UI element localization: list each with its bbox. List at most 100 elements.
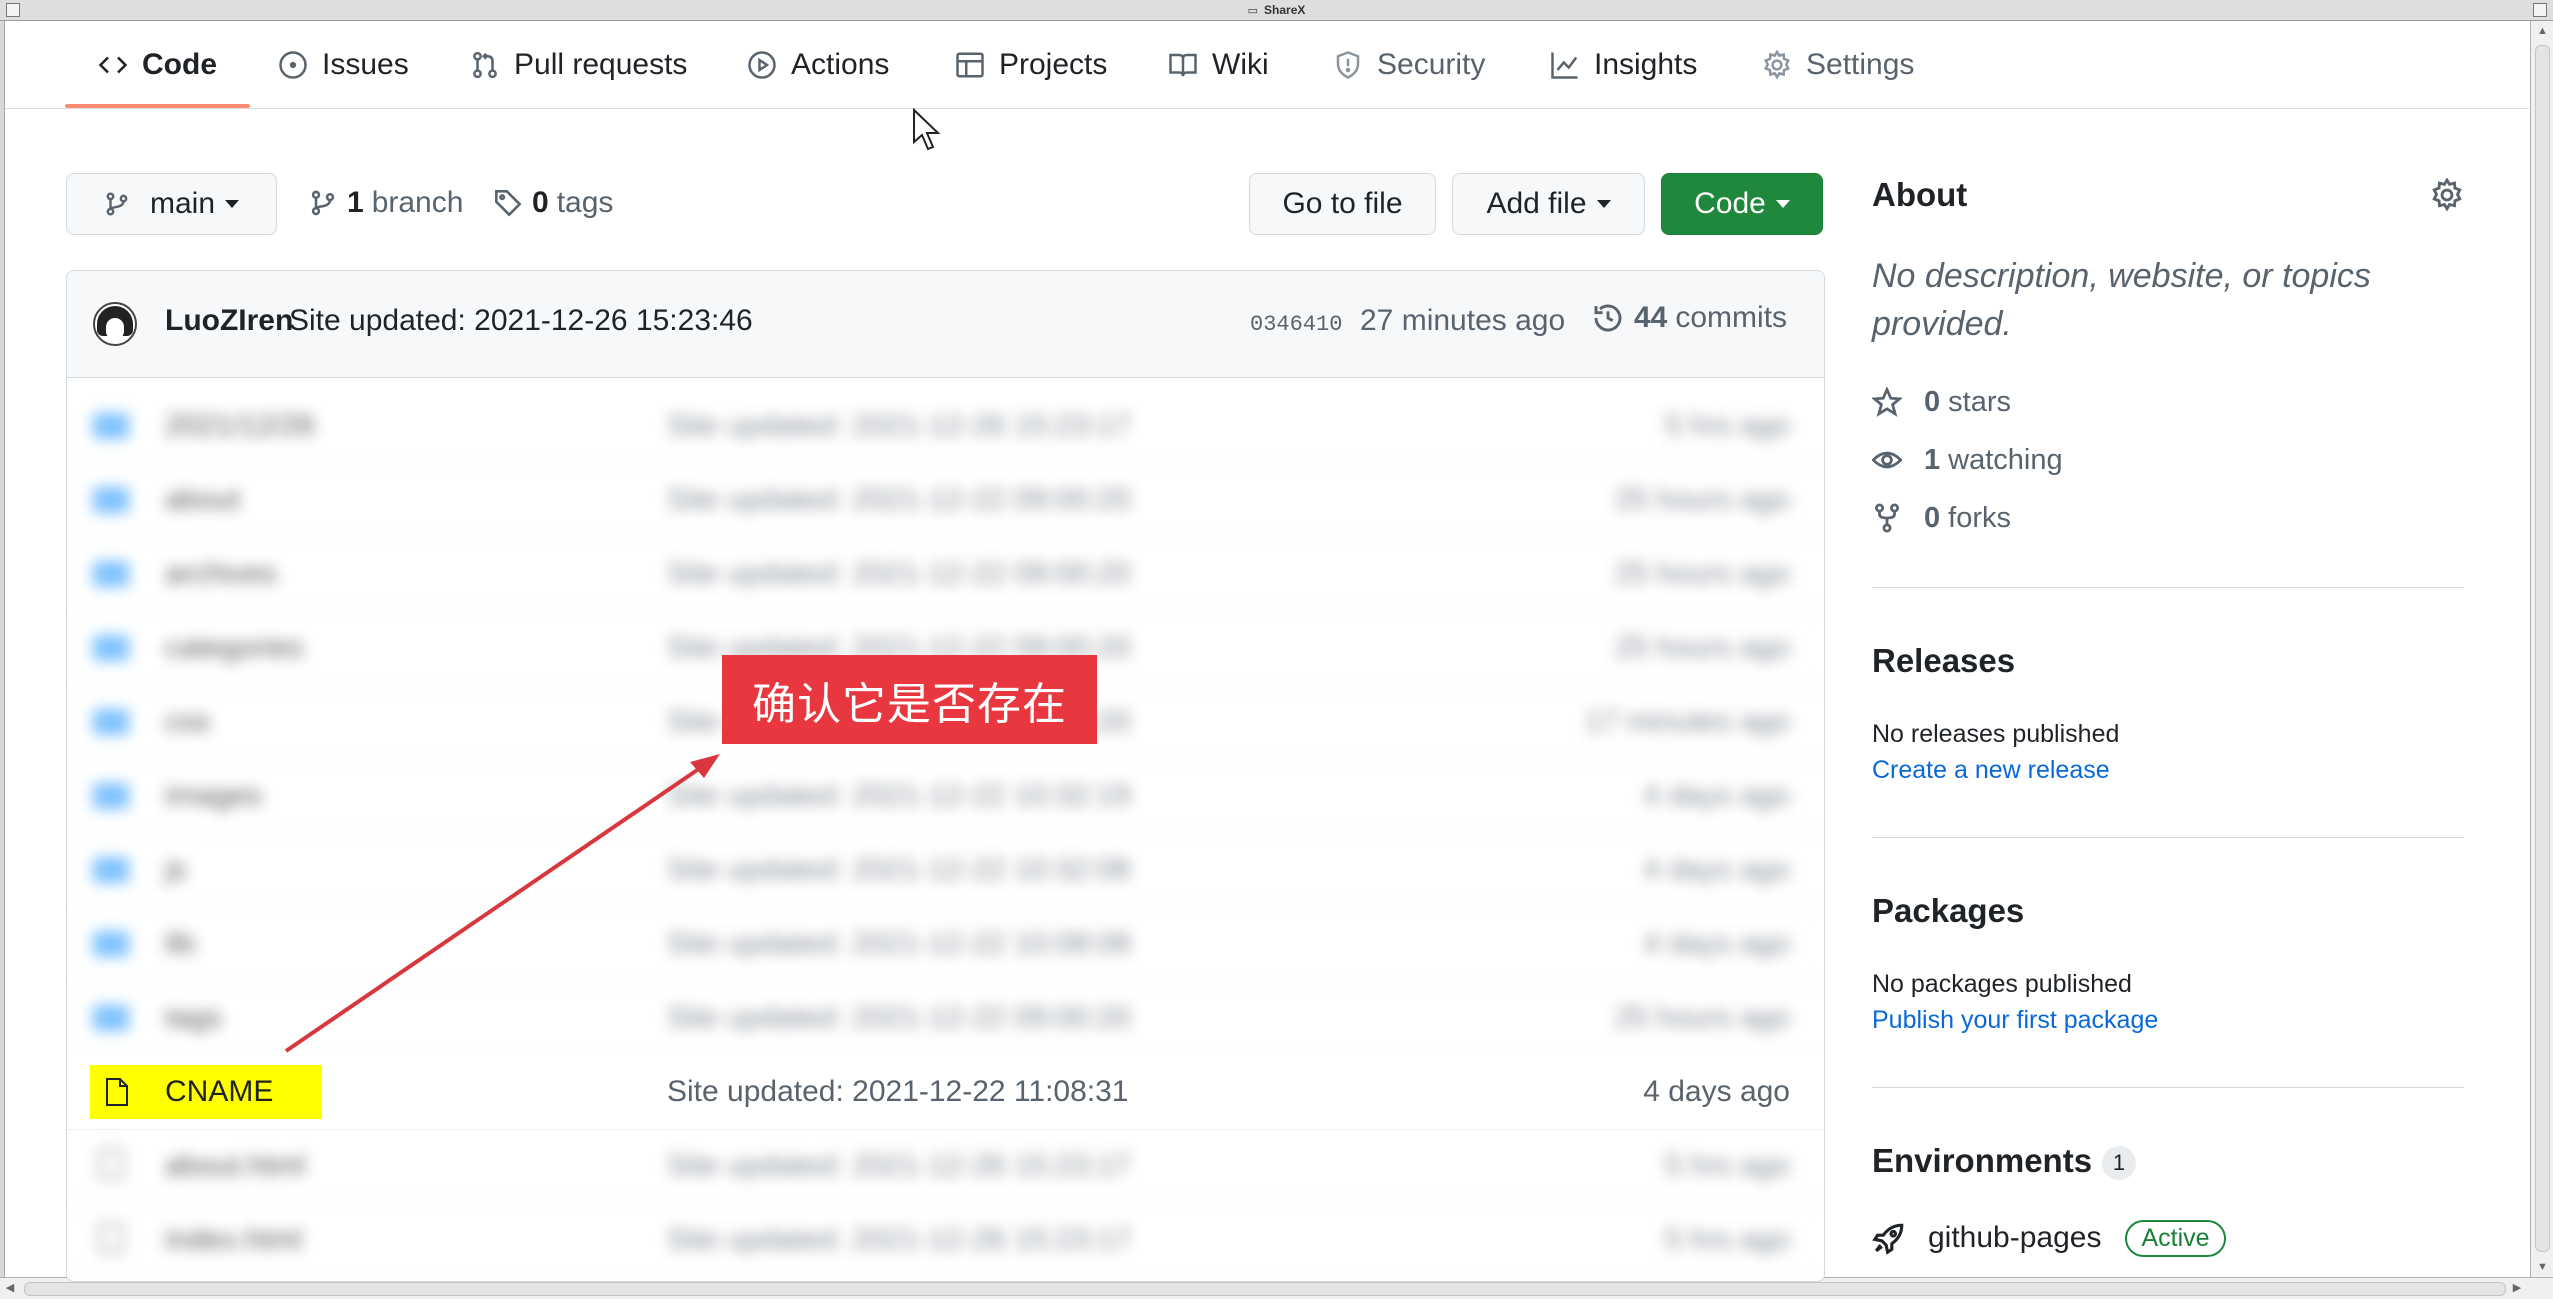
file-row[interactable]: tags Site updated: 2021-12-22 09:00:20 25 …: [67, 981, 1824, 1055]
forks-link[interactable]: 0 forks: [1872, 498, 2011, 538]
file-row[interactable]: archives Site updated: 2021-12-22 09:00:2…: [67, 537, 1824, 611]
commit-sha[interactable]: 0346410: [1250, 312, 1342, 337]
file-name[interactable]: about.html: [165, 1149, 305, 1183]
chevron-down-icon: [1775, 200, 1790, 208]
annotation-callout: 确认它是否存在: [722, 655, 1097, 744]
about-heading: About: [1872, 176, 1968, 213]
tags-link[interactable]: 0 tags: [494, 172, 613, 234]
watching-label: watching: [1948, 443, 2063, 476]
file-name[interactable]: 2021/12/26: [165, 409, 315, 443]
file-commit-time: 4 days ago: [1643, 927, 1790, 960]
packages-heading[interactable]: Packages: [1872, 892, 2024, 930]
environments-title: Environments: [1872, 1142, 2093, 1179]
vertical-scrollbar[interactable]: ▲ ▼: [2530, 21, 2553, 1277]
tag-label: tags: [556, 186, 614, 219]
branches-link[interactable]: 1 branch: [309, 172, 463, 234]
folder-icon: [93, 487, 129, 513]
tab-actions[interactable]: Actions: [747, 21, 889, 108]
gear-icon: [1764, 49, 1790, 80]
branch-select-button[interactable]: main: [66, 173, 277, 235]
file-commit-message[interactable]: Site updated: 2021-12-22 10:08:08: [667, 927, 1131, 961]
avatar[interactable]: [93, 302, 137, 346]
tab-issues[interactable]: Issues: [278, 21, 409, 108]
horizontal-scroll-thumb[interactable]: [24, 1282, 2506, 1296]
file-name[interactable]: index.html: [165, 1223, 302, 1257]
tab-security[interactable]: Security: [1333, 21, 1485, 108]
scroll-left-arrow-icon[interactable]: ◀: [0, 1278, 20, 1299]
code-dropdown-button[interactable]: Code: [1661, 173, 1823, 235]
file-commit-message[interactable]: Site updated: 2021-12-22 09:00:20: [667, 557, 1131, 591]
file-row[interactable]: about Site updated: 2021-12-22 09:00:20 25…: [67, 463, 1824, 537]
file-name[interactable]: tags: [165, 1001, 222, 1035]
file-row[interactable]: images Site updated: 2021-12-22 10:32:19 4…: [67, 759, 1824, 833]
file-row[interactable]: 2021/12/26 Site updated: 2021-12-26 15:23…: [67, 389, 1824, 463]
tab-issues-label: Issues: [322, 47, 409, 81]
tab-projects-label: Projects: [999, 47, 1108, 81]
stars-link[interactable]: 0 stars: [1872, 382, 2011, 422]
tab-projects[interactable]: Projects: [955, 21, 1107, 108]
file-name[interactable]: archives: [165, 557, 277, 591]
file-name[interactable]: categories: [165, 631, 303, 665]
chevron-down-icon: [225, 200, 240, 208]
about-settings-button[interactable]: [2430, 177, 2464, 212]
fork-icon: [1875, 503, 1899, 533]
status-badge: Active: [2125, 1219, 2226, 1257]
branch-select-label: main: [149, 187, 216, 220]
commit-author[interactable]: LuoZIren: [165, 304, 293, 338]
commits-link[interactable]: 44 commits: [1592, 301, 1787, 335]
publish-package-link[interactable]: Publish your first package: [1872, 1006, 2158, 1035]
scroll-down-arrow-icon[interactable]: ▼: [2531, 1257, 2553, 1277]
window-zoom-box[interactable]: [2533, 3, 2547, 17]
go-to-file-button[interactable]: Go to file: [1249, 173, 1436, 235]
environment-name[interactable]: github-pages: [1928, 1221, 2101, 1255]
file-name[interactable]: CNAME: [165, 1075, 273, 1109]
scroll-right-arrow-icon[interactable]: ▶: [2507, 1278, 2527, 1299]
tab-settings[interactable]: Settings: [1762, 21, 1914, 108]
vertical-scroll-thumb[interactable]: [2535, 45, 2550, 1252]
file-commit-message[interactable]: Site updated: 2021-12-22 10:32:19: [667, 779, 1131, 813]
environments-heading[interactable]: Environments 1: [1872, 1142, 2137, 1181]
file-commit-message[interactable]: Site updated: 2021-12-22 09:00:20: [667, 483, 1131, 517]
file-name[interactable]: css: [165, 705, 210, 739]
file-row-cname[interactable]: CNAME Site updated: 2021-12-22 11:08:31 …: [67, 1055, 1824, 1130]
file-commit-message[interactable]: Site updated: 2021-12-22 09:00:20: [667, 1001, 1131, 1035]
code-icon: [98, 56, 128, 73]
eye-icon: [1872, 451, 1902, 469]
play-icon: [748, 50, 776, 79]
file-row[interactable]: about.html Site updated: 2021-12-26 15:23…: [67, 1129, 1824, 1203]
file-commit-time: 25 hours ago: [1614, 1001, 1790, 1034]
sidebar-divider: [1872, 1087, 2464, 1088]
environment-item[interactable]: github-pages Active: [1872, 1215, 2226, 1261]
file-name[interactable]: js: [165, 853, 187, 887]
window-close-box[interactable]: [6, 3, 20, 17]
file-name[interactable]: lib: [165, 927, 195, 961]
folder-icon: [93, 783, 129, 809]
file-row[interactable]: index.html Site updated: 2021-12-26 15:23…: [67, 1203, 1824, 1277]
file-name[interactable]: about: [165, 483, 240, 517]
shield-icon: [1336, 50, 1360, 79]
packages-note: No packages published: [1872, 970, 2132, 998]
watching-link[interactable]: 1 watching: [1872, 440, 2063, 480]
file-icon: [99, 1149, 123, 1179]
tab-code[interactable]: Code: [98, 21, 217, 108]
file-name[interactable]: images: [165, 779, 262, 813]
file-commit-message[interactable]: Site updated: 2021-12-22 11:08:31: [667, 1075, 1128, 1109]
file-row[interactable]: lib Site updated: 2021-12-22 10:08:08 4 da…: [67, 907, 1824, 981]
scroll-up-arrow-icon[interactable]: ▲: [2531, 21, 2553, 41]
file-commit-message[interactable]: Site updated: 2021-12-26 15:23:17: [667, 1149, 1131, 1183]
commit-message[interactable]: Site updated: 2021-12-26 15:23:46: [289, 304, 753, 338]
file-commit-message[interactable]: Site updated: 2021-12-26 15:23:17: [667, 1223, 1131, 1257]
tab-wiki[interactable]: Wiki: [1168, 21, 1269, 108]
file-commit-message[interactable]: Site updated: 2021-12-26 15:23:17: [667, 409, 1131, 443]
tab-pull-requests[interactable]: Pull requests: [470, 21, 687, 108]
tab-insights[interactable]: Insights: [1550, 21, 1697, 108]
file-commit-message[interactable]: Site updated: 2021-12-22 10:32:08: [667, 853, 1131, 887]
add-file-button[interactable]: Add file: [1452, 173, 1645, 235]
active-tab-underline: [65, 104, 250, 108]
releases-heading[interactable]: Releases: [1872, 642, 2015, 680]
tab-security-label: Security: [1377, 47, 1486, 81]
create-release-link[interactable]: Create a new release: [1872, 756, 2110, 785]
file-row[interactable]: js Site updated: 2021-12-22 10:32:08 4 day…: [67, 833, 1824, 907]
commit-time: 27 minutes ago: [1360, 304, 1566, 337]
file-commit-time: 25 hours ago: [1614, 631, 1790, 664]
